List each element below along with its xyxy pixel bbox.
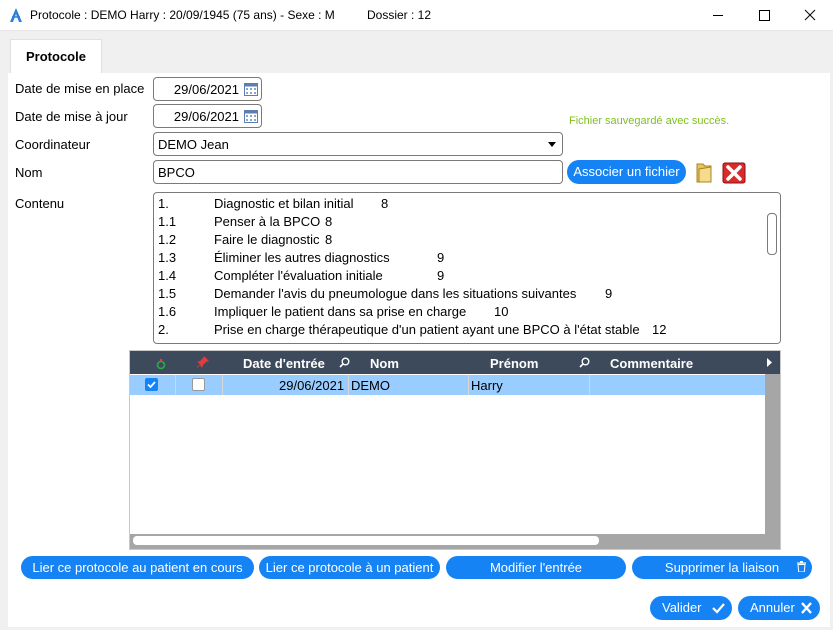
toc-number: 1.2 bbox=[158, 232, 177, 247]
vertical-scrollbar[interactable] bbox=[765, 374, 780, 549]
scrollbar-thumb[interactable] bbox=[767, 213, 777, 255]
modifier-entree-button[interactable]: Modifier l'entrée bbox=[446, 556, 626, 579]
pin-icon bbox=[197, 356, 209, 368]
trash-icon bbox=[797, 561, 806, 572]
toc-number: 2. bbox=[158, 322, 169, 337]
toc-number: 1.1 bbox=[158, 214, 177, 229]
link-icon bbox=[156, 358, 166, 370]
calendar-icon[interactable] bbox=[244, 109, 258, 123]
toc-text: Compléter l'évaluation initiale bbox=[214, 268, 383, 283]
coordinateur-value: DEMO Jean bbox=[158, 137, 229, 152]
scrollbar-thumb[interactable] bbox=[133, 536, 599, 545]
calendar-icon[interactable] bbox=[244, 82, 258, 96]
coordinateur-select[interactable]: DEMO Jean bbox=[153, 132, 563, 156]
window-title: Protocole : DEMO Harry : 20/09/1945 (75 … bbox=[30, 8, 335, 22]
toc-text: Diagnostic et bilan initial bbox=[214, 196, 354, 211]
toc-page: 9 bbox=[437, 250, 445, 265]
cell-prenom: Harry bbox=[471, 378, 503, 393]
col-header-commentaire[interactable]: Commentaire bbox=[610, 356, 693, 371]
date-mise-a-jour-field[interactable]: 29/06/2021 bbox=[153, 104, 262, 128]
date-mise-a-jour-label: Date de mise à jour bbox=[15, 109, 128, 124]
date-mise-a-jour-value: 29/06/2021 bbox=[173, 109, 239, 124]
success-message: Fichier sauvegardé avec succès. bbox=[569, 115, 730, 127]
maximize-icon[interactable] bbox=[741, 0, 787, 31]
date-mise-en-place-label: Date de mise en place bbox=[15, 81, 145, 96]
search-icon[interactable] bbox=[339, 357, 350, 368]
contenu-label: Contenu bbox=[15, 196, 65, 211]
column-divider bbox=[468, 375, 469, 395]
nom-label: Nom bbox=[15, 165, 43, 180]
valider-label: Valider bbox=[662, 600, 702, 615]
toc-number: 1.4 bbox=[158, 268, 177, 283]
app-logo-icon bbox=[10, 8, 22, 22]
toc-page: 12 bbox=[652, 322, 667, 337]
coordinateur-label: Coordinateur bbox=[15, 137, 91, 152]
row-checkbox-pinned[interactable] bbox=[192, 378, 205, 391]
column-divider bbox=[589, 375, 590, 395]
toc-text: Impliquer le patient dans sa prise en ch… bbox=[214, 304, 467, 319]
minimize-icon[interactable] bbox=[695, 0, 741, 31]
table-header: Date d'entrée Nom Prénom Commentaire bbox=[130, 351, 780, 374]
column-divider bbox=[222, 375, 223, 395]
associer-fichier-button[interactable]: Associer un fichier bbox=[567, 160, 686, 184]
chevron-right-icon[interactable] bbox=[766, 358, 774, 367]
toc-text: Éliminer les autres diagnostics bbox=[214, 250, 390, 265]
title-bar: Protocole : DEMO Harry : 20/09/1945 (75 … bbox=[0, 0, 833, 31]
toc-page: 10 bbox=[494, 304, 509, 319]
row-checkbox-linked[interactable] bbox=[145, 378, 158, 391]
nom-input[interactable]: BPCO bbox=[153, 160, 563, 184]
cell-date: 29/06/2021 bbox=[279, 378, 345, 393]
dossier-label: Dossier : 12 bbox=[367, 8, 432, 22]
cell-nom: DEMO bbox=[351, 378, 390, 393]
chevron-down-icon[interactable] bbox=[548, 142, 556, 147]
valider-button[interactable]: Valider bbox=[650, 596, 732, 620]
toc-number: 1. bbox=[158, 196, 169, 211]
toc-text: Prise en charge thérapeutique d'un patie… bbox=[214, 322, 640, 337]
horizontal-scrollbar[interactable] bbox=[130, 534, 765, 549]
annuler-label: Annuler bbox=[750, 600, 795, 615]
check-icon bbox=[147, 381, 156, 389]
supprimer-liaison-button[interactable]: Supprimer la liaison bbox=[632, 556, 812, 579]
lier-a-un-patient-button[interactable]: Lier ce protocole à un patient bbox=[259, 556, 440, 579]
toc-number: 1.5 bbox=[158, 286, 177, 301]
toc-page: 9 bbox=[605, 286, 613, 301]
date-mise-en-place-value: 29/06/2021 bbox=[173, 82, 239, 97]
tab-protocole[interactable]: Protocole bbox=[10, 39, 102, 74]
folder-icon[interactable] bbox=[694, 160, 714, 184]
close-icon[interactable] bbox=[787, 0, 833, 31]
column-divider bbox=[175, 375, 176, 395]
contenu-textarea[interactable]: 1. Diagnostic et bilan initial 8 1.1 Pen… bbox=[153, 192, 781, 344]
col-header-nom[interactable]: Nom bbox=[370, 356, 399, 371]
col-header-date[interactable]: Date d'entrée bbox=[243, 356, 325, 371]
toc-text: Penser à la BPCO bbox=[214, 214, 321, 229]
date-mise-en-place-field[interactable]: 29/06/2021 bbox=[153, 77, 262, 101]
col-header-prenom[interactable]: Prénom bbox=[490, 356, 538, 371]
check-icon bbox=[712, 603, 725, 614]
search-icon[interactable] bbox=[579, 357, 590, 368]
supprimer-liaison-label: Supprimer la liaison bbox=[664, 560, 780, 575]
nom-value: BPCO bbox=[158, 165, 195, 180]
close-icon bbox=[801, 602, 812, 614]
toc-page: 9 bbox=[437, 268, 445, 283]
toc-text: Faire le diagnostic bbox=[214, 232, 320, 247]
delete-file-icon[interactable] bbox=[722, 162, 746, 184]
table-row[interactable]: 29/06/2021 DEMO Harry bbox=[130, 375, 765, 395]
toc-page: 8 bbox=[325, 232, 333, 247]
toc-text: Demander l'avis du pneumologue dans les … bbox=[214, 286, 577, 301]
toc-number: 1.3 bbox=[158, 250, 177, 265]
lier-patient-en-cours-button[interactable]: Lier ce protocole au patient en cours bbox=[21, 556, 254, 579]
toc-page: 8 bbox=[325, 214, 333, 229]
toc-page: 8 bbox=[381, 196, 389, 211]
column-divider bbox=[348, 375, 349, 395]
annuler-button[interactable]: Annuler bbox=[738, 596, 820, 620]
toc-number: 1.6 bbox=[158, 304, 177, 319]
patients-table: Date d'entrée Nom Prénom Commentaire 29/… bbox=[129, 350, 781, 550]
